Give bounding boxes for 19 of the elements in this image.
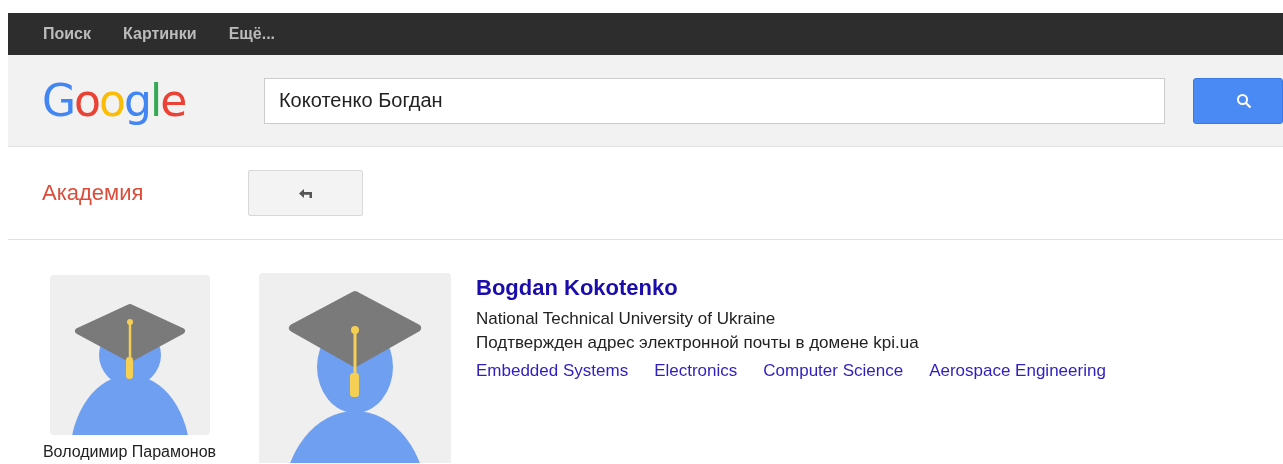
coauthor-name[interactable]: Володимир Парамонов: [42, 443, 217, 461]
nav-link[interactable]: Картинки: [123, 25, 197, 43]
search-icon: [1236, 92, 1252, 109]
back-arrow-icon: [299, 188, 312, 198]
search-field[interactable]: Кокотенко Богдан: [263, 77, 1165, 124]
graduate-avatar-icon: [259, 273, 451, 463]
interest-link[interactable]: Computer Science: [763, 361, 904, 381]
section-title: Академия: [42, 180, 145, 206]
interest-link[interactable]: Aerospace Engineering: [929, 361, 1106, 381]
interest-link[interactable]: Electronics: [654, 361, 738, 381]
email-verification-text: Подтвержден адрес электронной почты в домене kpi.ua: [476, 333, 920, 353]
google-logo[interactable]: Google: [42, 78, 264, 123]
profile-name-link[interactable]: Bogdan Kokotenko: [476, 275, 1106, 301]
nav-link[interactable]: Поиск: [43, 25, 91, 43]
affiliation-text: National Technical University of Ukraine: [476, 309, 777, 329]
interest-link[interactable]: Embedded Systems: [476, 361, 629, 381]
search-button[interactable]: [1193, 77, 1283, 124]
graduate-avatar-icon[interactable]: [49, 275, 210, 435]
nav-link[interactable]: Ещё...: [228, 25, 276, 43]
